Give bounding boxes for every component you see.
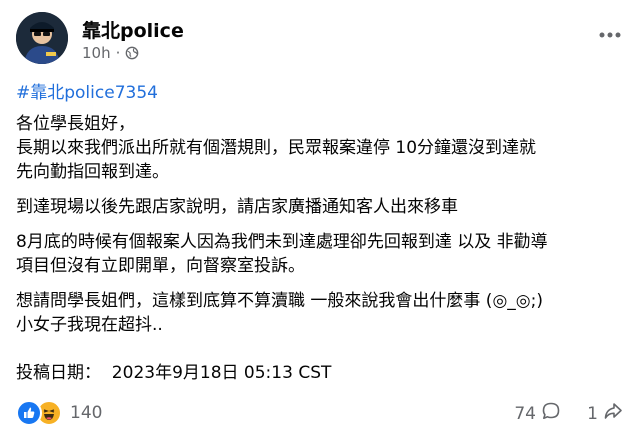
paragraph-complaint: 8月底的時候有個報案人因為我們未到達處理卻先回報到達 以及 非勸導 項目但沒有立… (16, 230, 626, 278)
shares-button[interactable]: 1 (587, 400, 624, 427)
comment-count: 74 (514, 403, 536, 424)
paragraph-greeting: 各位學長姐好， 長期以來我們派出所就有個潛規則，民眾報案違停 10分鐘還沒到達就… (16, 112, 626, 184)
globe-icon (125, 46, 139, 60)
post-line: 到達現場以後先跟店家說明，請店家廣播通知客人出來移車 (16, 197, 458, 217)
more-options-icon[interactable] (596, 24, 624, 46)
facebook-post: 靠北police 10h · #靠北police7354 各位學長姐好， 長期以… (0, 0, 640, 436)
post-body: 各位學長姐好， 長期以來我們派出所就有個潛規則，民眾報案違停 10分鐘還沒到達就… (16, 112, 626, 348)
paragraph-scene: 到達現場以後先跟店家說明，請店家廣播通知客人出來移車 (16, 195, 626, 219)
post-line: 各位學長姐好， (16, 114, 135, 134)
author-name[interactable]: 靠北police (82, 16, 184, 43)
post-line: 8月底的時候有個報案人因為我們未到達處理卻先回報到達 以及 非勸導 (16, 232, 548, 252)
comments-button[interactable]: 74 (514, 400, 562, 427)
submission-date: 投稿日期： 2023年9月18日 05:13 CST (16, 363, 332, 383)
like-reaction-icon (16, 400, 42, 426)
post-line: 想請問學長姐們，這樣到底算不算瀆職 一般來說我會出什麼事 (◎_◎;) (16, 291, 543, 311)
reactions-summary[interactable]: 140 (16, 400, 102, 426)
share-icon (598, 400, 624, 427)
post-line: 先向勤指回報到達。 (16, 162, 169, 182)
post-line: 小女子我現在超抖.. (16, 315, 163, 335)
paragraph-question: 想請問學長姐們，這樣到底算不算瀆職 一般來說我會出什麼事 (◎_◎;) 小女子我… (16, 289, 626, 337)
share-count: 1 (587, 403, 598, 424)
reaction-count: 140 (70, 403, 103, 423)
post-hashtag[interactable]: #靠北police7354 (16, 78, 158, 103)
post-timestamp[interactable]: 10h (82, 44, 111, 62)
post-footer: 140 74 1 (16, 398, 624, 426)
post-line: 長期以來我們派出所就有個潛規則，民眾報案違停 10分鐘還沒到達就 (16, 138, 537, 158)
author-avatar[interactable] (16, 12, 68, 64)
post-header: 靠北police 10h · (16, 10, 624, 66)
post-meta: 10h · (82, 44, 139, 62)
comment-icon (536, 400, 562, 427)
meta-separator: · (115, 44, 121, 62)
post-line: 項目但沒有立即開單，向督察室投訴。 (16, 256, 305, 276)
